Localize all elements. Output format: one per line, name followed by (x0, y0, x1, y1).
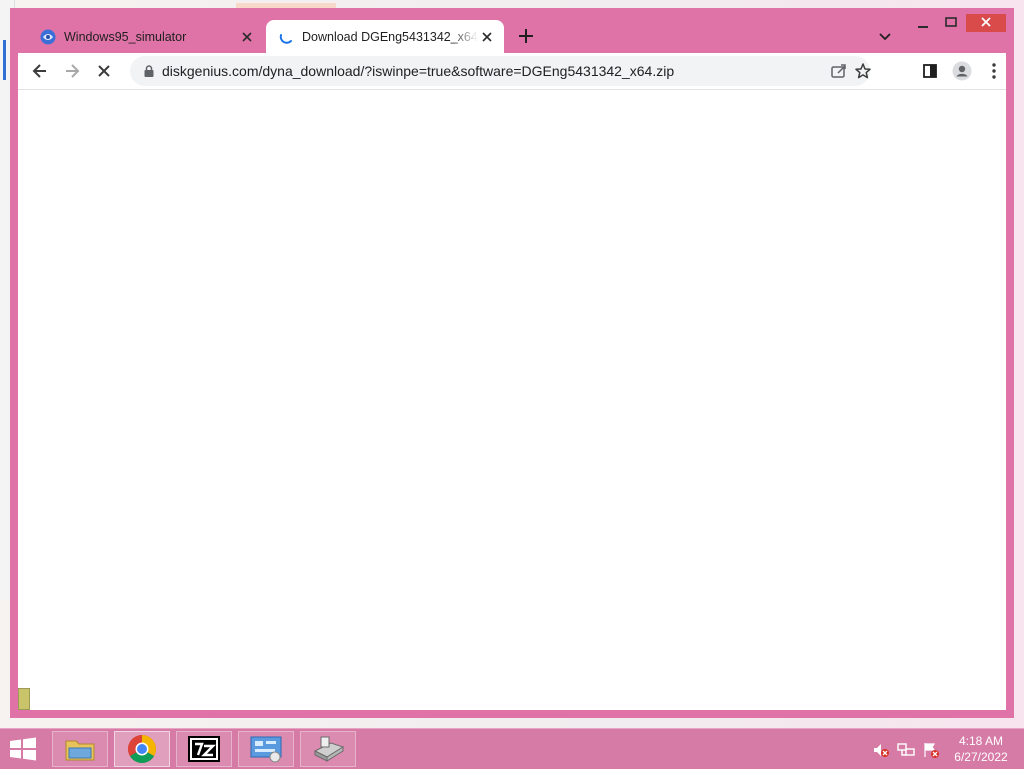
background-window-edge (3, 40, 6, 80)
close-icon (981, 17, 991, 27)
star-icon[interactable] (854, 62, 872, 80)
minimize-icon (918, 26, 928, 28)
7zip-icon (188, 736, 220, 762)
tab-download-dgeng[interactable]: Download DGEng5431342_x64.zip (266, 20, 504, 53)
taskbar-7zip[interactable] (176, 731, 232, 767)
kebab-menu-icon[interactable] (984, 61, 1004, 81)
volume-muted-icon[interactable] (872, 741, 890, 759)
tab-search-chevron-icon[interactable] (876, 27, 894, 45)
maximize-icon (945, 17, 957, 27)
tab-windows95-simulator[interactable]: Windows95_simulator (28, 20, 264, 53)
site-favicon-icon (40, 29, 56, 44)
taskbar-file-explorer[interactable] (52, 731, 108, 767)
taskbar-disk-tool[interactable] (300, 731, 356, 767)
taskbar-control-panel[interactable] (238, 731, 294, 767)
action-center-alert-icon[interactable] (922, 741, 940, 759)
clock-date: 6/27/2022 (954, 750, 1008, 764)
tab-title: Windows95_simulator (64, 29, 187, 44)
back-arrow-icon[interactable] (30, 61, 50, 81)
side-panel-icon[interactable] (920, 61, 940, 81)
chrome-icon (128, 735, 156, 763)
page-content[interactable] (18, 90, 1006, 710)
disk-drive-icon (313, 736, 345, 762)
status-indicator (18, 688, 30, 710)
network-icon[interactable] (897, 741, 915, 759)
tab-title: Download DGEng5431342_x64.zip (302, 29, 478, 44)
close-tab-button[interactable] (238, 28, 256, 46)
forward-arrow-icon[interactable] (62, 61, 82, 81)
taskbar: 4:18 AM 6/27/2022 (0, 728, 1024, 769)
stop-loading-icon[interactable] (94, 61, 114, 81)
close-icon (482, 31, 492, 42)
taskbar-chrome[interactable] (114, 731, 170, 767)
minimize-button[interactable] (910, 14, 936, 32)
lock-icon[interactable] (142, 64, 156, 78)
share-icon[interactable] (830, 62, 848, 80)
maximize-button[interactable] (938, 14, 964, 32)
address-bar[interactable]: diskgenius.com/dyna_download/?iswinpe=tr… (130, 56, 872, 86)
new-tab-button[interactable] (516, 26, 536, 46)
profile-icon[interactable] (952, 61, 972, 81)
url-text[interactable]: diskgenius.com/dyna_download/?iswinpe=tr… (162, 63, 674, 79)
close-window-button[interactable] (966, 14, 1006, 32)
browser-toolbar: diskgenius.com/dyna_download/?iswinpe=tr… (18, 53, 1006, 90)
control-panel-icon (250, 736, 282, 763)
close-tab-button[interactable] (478, 28, 496, 46)
clock-time: 4:18 AM (958, 734, 1004, 748)
windows-start-icon[interactable] (8, 737, 38, 761)
loading-spinner-icon (279, 33, 292, 44)
folder-icon (65, 740, 95, 761)
browser-window: Windows95_simulator Download DGEng543134… (10, 8, 1014, 718)
close-icon (242, 31, 252, 42)
taskbar-clock[interactable]: 4:18 AM 6/27/2022 (946, 733, 1016, 765)
